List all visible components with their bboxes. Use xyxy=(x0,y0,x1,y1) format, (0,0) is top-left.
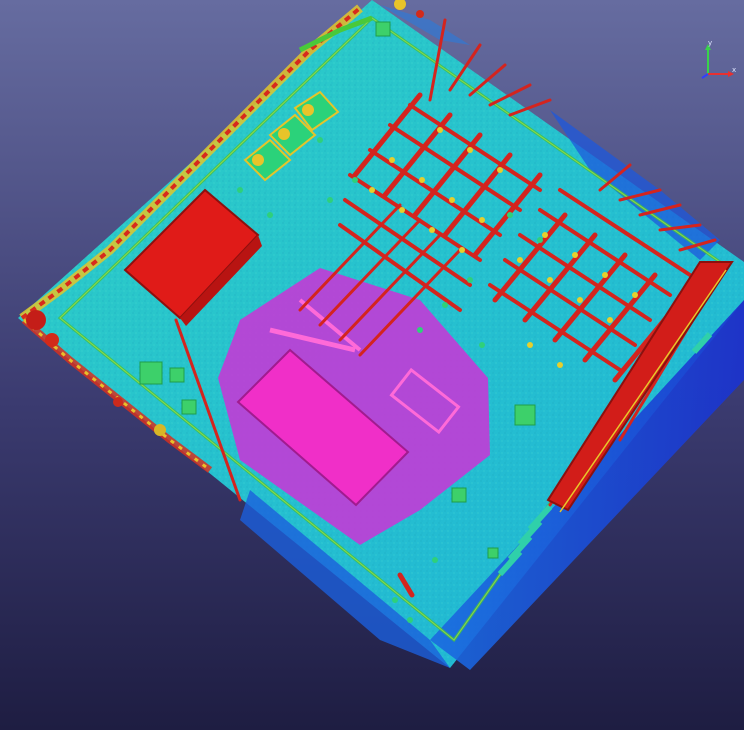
3d-viewport[interactable]: y x xyxy=(0,0,744,730)
axis-x-label: x xyxy=(732,66,737,74)
axis-arrows-icon xyxy=(701,44,734,79)
axis-y-label: y xyxy=(708,39,713,47)
axis-gizmo: y x xyxy=(698,38,742,82)
point-cloud-scene[interactable] xyxy=(0,0,744,730)
